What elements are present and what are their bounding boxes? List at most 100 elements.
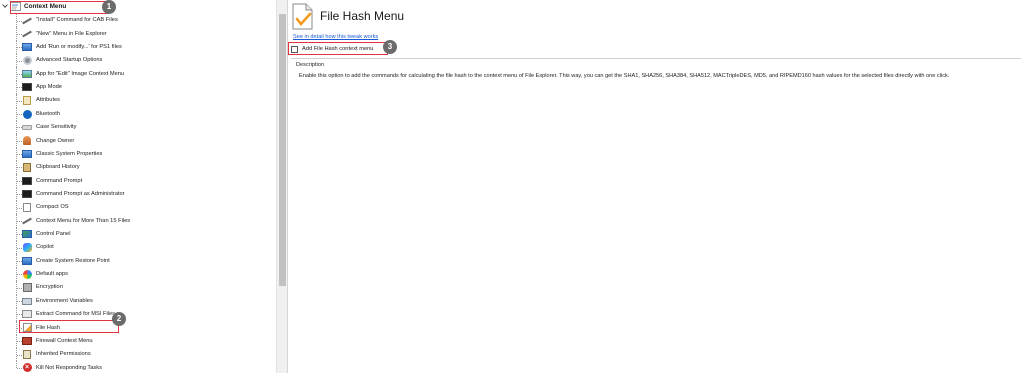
- file-hash-option[interactable]: Add File Hash context menu: [291, 44, 373, 54]
- how-it-works-link[interactable]: See in detail how this tweak works: [293, 34, 378, 40]
- restore-icon: [22, 256, 32, 265]
- document-icon-shape: [23, 203, 31, 213]
- tree-item[interactable]: "New" Menu in File Explorer: [0, 27, 276, 41]
- step-badge-1: 1: [102, 0, 116, 14]
- tree-item-label: Advanced Startup Options: [36, 57, 103, 64]
- tree-item-label: Kill Not Responding Tasks: [36, 364, 102, 371]
- permissions-icon: [22, 350, 32, 359]
- option-label[interactable]: Add File Hash context menu: [302, 46, 373, 52]
- image-icon: [22, 69, 32, 78]
- image-icon-shape: [22, 69, 32, 78]
- tree-item[interactable]: File Hash: [0, 321, 276, 335]
- wand-icon-shape: [22, 17, 32, 24]
- tree-item-label: Default apps: [36, 271, 68, 278]
- tree-item-label: Add 'Run or modify...' for PS1 files: [36, 44, 122, 51]
- tree-item-label: Change Owner: [36, 137, 75, 144]
- control-panel-icon-shape: [22, 230, 32, 239]
- tree-item-label: Command Prompt: [36, 177, 83, 184]
- msi-icon: [22, 310, 32, 319]
- tree-scrollbar[interactable]: [276, 0, 287, 373]
- tree-item[interactable]: Change Owner: [0, 134, 276, 148]
- wand-icon-shape: [22, 30, 32, 38]
- attributes-icon-shape: [23, 96, 31, 106]
- tweak-tree-panel: Context Menu "Install" Command for CAB F…: [0, 0, 276, 373]
- powershell-icon: [22, 43, 32, 52]
- environment-icon: [22, 297, 32, 306]
- tree-item-label: Control Panel: [36, 231, 71, 238]
- tree-item[interactable]: Advanced Startup Options: [0, 54, 276, 68]
- context-menu-icon: [10, 2, 21, 11]
- tree-item[interactable]: Extract Command for MSI Files: [0, 307, 276, 322]
- gear-icon: [22, 56, 32, 66]
- tree-item-label: Copilot: [36, 244, 54, 251]
- tree-item-label: App for "Edit" Image Context Menu: [36, 70, 125, 77]
- tree-item-label: Firewall Context Menu: [36, 337, 93, 344]
- tree-scrollbar-thumb[interactable]: [279, 14, 286, 286]
- tree-item[interactable]: Case Sensitivity: [0, 120, 276, 135]
- tree-item[interactable]: Compact OS: [0, 201, 276, 215]
- system-icon: [22, 150, 32, 159]
- firewall-icon: [22, 337, 32, 346]
- console-icon: [22, 190, 32, 199]
- console-icon-shape: [22, 190, 32, 199]
- permissions-icon-shape: [23, 350, 31, 359]
- environment-icon-shape: [22, 297, 32, 305]
- tree-item[interactable]: Default apps: [0, 267, 276, 282]
- firewall-icon-shape: [22, 337, 32, 346]
- chevron-down-icon[interactable]: [2, 3, 8, 9]
- tree-item[interactable]: Inherited Permissions: [0, 348, 276, 362]
- console-icon-shape: [22, 83, 32, 92]
- step-badge-3: 3: [383, 40, 397, 54]
- tree-item[interactable]: Bluetooth: [0, 107, 276, 121]
- tree-item[interactable]: Environment Variables: [0, 294, 276, 308]
- tree-item[interactable]: Create System Restore Point: [0, 254, 276, 268]
- tree-root-label: Context Menu: [24, 3, 67, 10]
- clipboard-icon: [22, 162, 32, 172]
- wand-icon: [22, 16, 32, 25]
- tree-item[interactable]: Attributes: [0, 94, 276, 108]
- tree-item[interactable]: Add 'Run or modify...' for PS1 files: [0, 40, 276, 55]
- msi-icon-shape: [22, 310, 32, 319]
- tree-item[interactable]: Context Menu for More Than 15 Files: [0, 214, 276, 228]
- tree-item[interactable]: Command Prompt: [0, 174, 276, 188]
- tree-item[interactable]: App Mode: [0, 80, 276, 95]
- tweak-detail-pane: File Hash Menu See in detail how this tw…: [287, 0, 1024, 373]
- owner-icon: [22, 136, 32, 146]
- wand-icon-shape: [22, 217, 32, 225]
- page-title: File Hash Menu: [320, 9, 405, 23]
- system-icon-shape: [22, 150, 32, 159]
- tree-item-label: Command Prompt as Administrator: [36, 190, 125, 197]
- detail-header: File Hash Menu: [288, 0, 1024, 32]
- encryption-icon-shape: [22, 283, 32, 293]
- tree-item-label: Bluetooth: [36, 110, 61, 117]
- powershell-icon-shape: [22, 43, 32, 52]
- file-hash-icon: [292, 3, 313, 30]
- tree-item[interactable]: Clipboard History: [0, 160, 276, 175]
- description-text: Enable this option to add the commands f…: [299, 73, 950, 79]
- wand-icon: [22, 29, 32, 38]
- bluetooth-icon-shape: [22, 109, 32, 119]
- tree-item-label: Attributes: [36, 97, 61, 104]
- tree-item-label: Inherited Permissions: [36, 351, 91, 358]
- copilot-icon: [22, 243, 32, 253]
- tree-item[interactable]: × Kill Not Responding Tasks: [0, 361, 276, 373]
- file-hash-icon: [22, 323, 32, 333]
- apps-icon: [22, 269, 32, 279]
- tree-item[interactable]: Copilot: [0, 241, 276, 255]
- tree-item[interactable]: "Install" Command for CAB Files: [0, 14, 276, 28]
- add-file-hash-checkbox[interactable]: [291, 45, 298, 53]
- tree-item[interactable]: Command Prompt as Administrator: [0, 187, 276, 202]
- console-icon: [22, 83, 32, 92]
- tree-item[interactable]: Encryption: [0, 281, 276, 295]
- tree-item-label: App Mode: [36, 84, 62, 91]
- tree-item-label: Classic System Properties: [36, 150, 103, 157]
- tree-item[interactable]: Control Panel: [0, 227, 276, 242]
- bluetooth-icon: [22, 109, 32, 119]
- tree-item-label: "New" Menu in File Explorer: [36, 30, 107, 37]
- tree-item[interactable]: Firewall Context Menu: [0, 334, 276, 348]
- tree-item[interactable]: App for "Edit" Image Context Menu: [0, 67, 276, 81]
- console-icon-shape: [22, 176, 32, 185]
- tree-item[interactable]: Classic System Properties: [0, 147, 276, 161]
- console-icon: [22, 176, 32, 185]
- control-panel-icon: [22, 230, 32, 239]
